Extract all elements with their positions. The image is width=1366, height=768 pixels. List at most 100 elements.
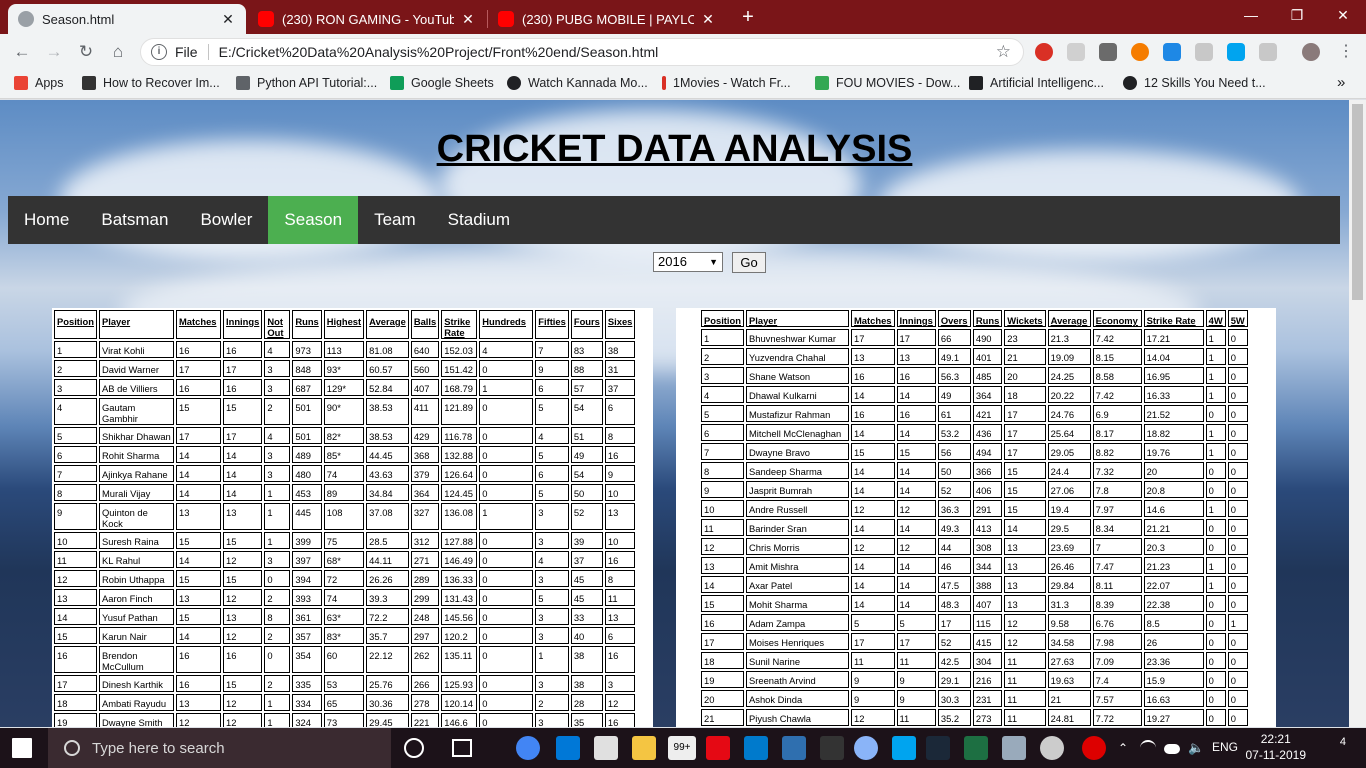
forward-button[interactable]: → [40, 38, 68, 66]
batting-cell: 13 [175, 694, 221, 711]
edge-icon[interactable] [556, 736, 580, 760]
bookmark-recover[interactable]: How to Recover Im... [82, 76, 220, 90]
wifi-icon[interactable] [1140, 740, 1156, 756]
home-button[interactable]: ⌂ [104, 38, 132, 66]
scrollbar-thumb[interactable] [1352, 104, 1363, 300]
notification-count[interactable]: 4 [1324, 736, 1346, 760]
bowling-cell: 48.3 [937, 595, 971, 612]
store-icon[interactable] [594, 736, 618, 760]
onedrive-icon[interactable] [1164, 744, 1180, 754]
batting-cell: 52.84 [366, 379, 409, 396]
address-bar[interactable]: i File E:/Cricket%20Data%20Analysis%20Pr… [140, 38, 1024, 66]
nav-home[interactable]: Home [8, 196, 85, 244]
tab-season[interactable]: Season.html ✕ [8, 4, 246, 34]
batting-cell: 12 [604, 694, 636, 711]
nav-season[interactable]: Season [268, 196, 359, 244]
pdf-extension-icon[interactable] [1067, 43, 1085, 61]
page-scrollbar[interactable] [1349, 100, 1366, 727]
avatar[interactable] [1302, 43, 1320, 61]
antivirus-icon[interactable] [1082, 736, 1106, 760]
close-tab-icon[interactable]: ✕ [220, 11, 236, 28]
bookmark-1movies[interactable]: 1Movies - Watch Fr... [662, 76, 791, 90]
download-extension-icon[interactable] [1195, 43, 1213, 61]
bookmark-apps[interactable]: Apps [14, 76, 64, 90]
language-indicator[interactable]: ENG [1212, 740, 1238, 754]
batting-cell: 3 [535, 627, 569, 644]
tab-pubg[interactable]: (230) PUBG MOBILE | PAYLOAD M ✕ [488, 4, 726, 34]
clock[interactable]: 22:21 07-11-2019 [1246, 731, 1307, 763]
bookmark-python-api[interactable]: Python API Tutorial:... [236, 76, 377, 90]
nav-batsman[interactable]: Batsman [85, 196, 184, 244]
taskbar: Type here to search 99+ ⌃ 🔈 ENG 22:21 07… [0, 728, 1366, 768]
bookmark-star-icon[interactable]: ☆ [996, 42, 1011, 62]
batting-cell: 12 [175, 713, 221, 727]
share-app-icon[interactable] [892, 736, 916, 760]
tab-ron-gaming[interactable]: (230) RON GAMING - YouTube ✕ [248, 4, 486, 34]
season-select[interactable]: 2016 ▼ [653, 252, 723, 272]
reload-button[interactable]: ↻ [72, 38, 100, 66]
batting-cell: 14 [222, 446, 263, 463]
go-button[interactable]: Go [732, 252, 766, 273]
windows-start-icon[interactable] [12, 738, 32, 758]
r-icon[interactable] [854, 736, 878, 760]
adblock-extension-icon[interactable] [1035, 43, 1053, 61]
bookmark-ai[interactable]: Artificial Intelligenc... [969, 76, 1104, 90]
bookmark-kannada[interactable]: Watch Kannada Mo... [507, 76, 648, 90]
settings-gear-icon[interactable] [1040, 736, 1064, 760]
table-row: 1 Virat Kohli 16 16 4 973 113 81.08 640 152.03 4 7 8… [54, 341, 636, 358]
bookmark-label: Google Sheets [411, 76, 494, 90]
mail-icon[interactable]: 99+ [668, 736, 696, 760]
bowling-cell: 216 [972, 671, 1003, 688]
bowling-cell: 1 [1205, 424, 1226, 441]
bowling-cell: 406 [972, 481, 1003, 498]
nav-bowler[interactable]: Bowler [184, 196, 268, 244]
batting-cell: 37 [604, 379, 636, 396]
more-bookmarks-button[interactable]: » [1337, 74, 1345, 91]
menu-kebab-icon[interactable]: ⋮ [1332, 38, 1360, 66]
bookmark-google-sheets[interactable]: Google Sheets [390, 76, 494, 90]
steam-icon[interactable] [926, 736, 950, 760]
bowling-cell: 13 [1004, 557, 1046, 574]
code-extension-icon[interactable] [1259, 43, 1277, 61]
close-tab-icon[interactable]: ✕ [460, 11, 476, 28]
maximize-button[interactable]: ❐ [1274, 0, 1320, 30]
excel-icon[interactable] [964, 736, 988, 760]
notes-icon[interactable] [1002, 736, 1026, 760]
new-tab-button[interactable]: + [736, 6, 760, 30]
volume-icon[interactable]: 🔈 [1188, 736, 1206, 760]
bowling-cell: 16 [701, 614, 744, 631]
mysql-shell-icon[interactable] [820, 736, 844, 760]
shield-extension-icon[interactable] [1099, 43, 1117, 61]
mysql-workbench-icon[interactable] [782, 736, 806, 760]
back-button[interactable]: ← [8, 38, 36, 66]
close-window-button[interactable]: ✕ [1320, 0, 1366, 30]
task-view-icon[interactable] [452, 739, 472, 757]
vscode-icon[interactable] [744, 736, 768, 760]
batting-cell: 120.14 [441, 694, 478, 711]
chrome-icon[interactable] [516, 736, 540, 760]
bowling-cell: 12 [1004, 614, 1046, 631]
info-icon[interactable]: i [151, 44, 167, 60]
close-tab-icon[interactable]: ✕ [700, 11, 716, 28]
batting-cell: 393 [292, 589, 322, 606]
snowflake-extension-icon[interactable] [1163, 43, 1181, 61]
nav-team[interactable]: Team [358, 196, 432, 244]
batting-cell: 3 [535, 503, 569, 530]
taskbar-search[interactable]: Type here to search [48, 728, 391, 768]
netflix-icon[interactable] [706, 736, 730, 760]
cortana-icon[interactable] [404, 738, 424, 758]
chevron-up-icon[interactable]: ⌃ [1116, 736, 1130, 760]
share-extension-icon[interactable] [1227, 43, 1245, 61]
bowling-cell: Chris Morris [746, 538, 849, 555]
bookmark-fou-movies[interactable]: FOU MOVIES - Dow... [815, 76, 960, 90]
batting-cell: 453 [292, 484, 322, 501]
bowling-cell: 27.63 [1047, 652, 1091, 669]
file-explorer-icon[interactable] [632, 736, 656, 760]
fire-extension-icon[interactable] [1131, 43, 1149, 61]
nav-stadium[interactable]: Stadium [432, 196, 526, 244]
minimize-button[interactable]: — [1228, 0, 1274, 30]
bowling-cell: 21.3 [1047, 329, 1091, 346]
bowling-cell: 6 [701, 424, 744, 441]
bookmark-12-skills[interactable]: 12 Skills You Need t... [1123, 76, 1266, 90]
bowling-cell: 14 [851, 557, 895, 574]
